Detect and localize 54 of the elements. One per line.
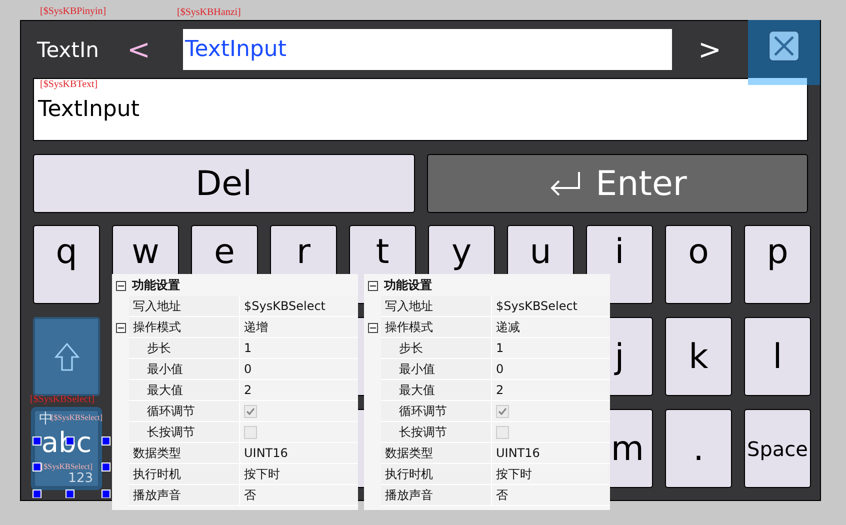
property-label: 操作模式 [385, 318, 433, 336]
property-label: 数据类型 [133, 444, 181, 462]
variable-tag: [$SysKBSelect] [41, 463, 93, 471]
property-value: UINT16 [496, 446, 540, 460]
property-value: 0 [244, 362, 252, 376]
key[interactable]: . [665, 409, 732, 488]
next-button[interactable]: > [698, 33, 722, 66]
previous-button[interactable]: < [127, 33, 183, 66]
enter-button[interactable]: Enter [426, 154, 808, 213]
variable-tag: [$SysKBHanzi] [177, 8, 241, 18]
property-value: 按下时 [496, 466, 532, 482]
key[interactable]: q [33, 225, 100, 304]
property-label: 步长 [147, 340, 171, 356]
property-label: 步长 [399, 340, 423, 356]
property-label: 执行时机 [385, 466, 433, 482]
variable-tag: [$SysKBPinyin] [40, 7, 106, 17]
property-value: 0 [496, 362, 504, 376]
property-value: 否 [496, 486, 508, 504]
chinese-mode-label: 中 [39, 412, 53, 426]
property-label: 最大值 [399, 382, 435, 398]
property-label: 数据类型 [385, 444, 433, 462]
property-value: UINT16 [244, 446, 288, 460]
property-value: 2 [244, 383, 252, 397]
property-label: 播放声音 [133, 486, 181, 504]
property-value: 1 [244, 341, 252, 355]
delete-button[interactable]: Del [33, 154, 414, 213]
property-label: 循环调节 [399, 402, 447, 420]
property-label: 长按调节 [399, 424, 447, 440]
property-label: 执行时机 [133, 466, 181, 482]
property-value: 递减 [496, 318, 520, 336]
number-mode-label: 123 [68, 472, 93, 485]
section-title: 功能设置 [132, 277, 180, 294]
property-value: 1 [496, 341, 504, 355]
variable-tag: [$SysKBText] [40, 80, 98, 90]
property-label: 播放声音 [385, 486, 433, 504]
key[interactable]: k [665, 317, 732, 396]
key[interactable]: Space [744, 409, 811, 488]
keyboard-title: TextIn [37, 38, 100, 62]
property-value: 2 [496, 383, 504, 397]
property-label: 循环调节 [147, 402, 195, 420]
variable-tag: [$SysKBSelect] [51, 414, 103, 422]
property-label: 操作模式 [133, 318, 181, 336]
property-label: 长按调节 [147, 424, 195, 440]
candidate-field[interactable]: TextInput [183, 29, 672, 70]
key[interactable]: l [744, 317, 811, 396]
variable-tag: [$SysKBSelect] [30, 395, 94, 405]
property-label: 最小值 [399, 360, 435, 378]
key[interactable]: p [744, 225, 811, 304]
property-label: 最大值 [147, 382, 183, 398]
property-value: 递增 [244, 318, 268, 336]
property-value: 否 [244, 486, 256, 504]
property-value: 按下时 [244, 466, 280, 482]
key[interactable]: o [665, 225, 732, 304]
property-label: 最小值 [147, 360, 183, 378]
